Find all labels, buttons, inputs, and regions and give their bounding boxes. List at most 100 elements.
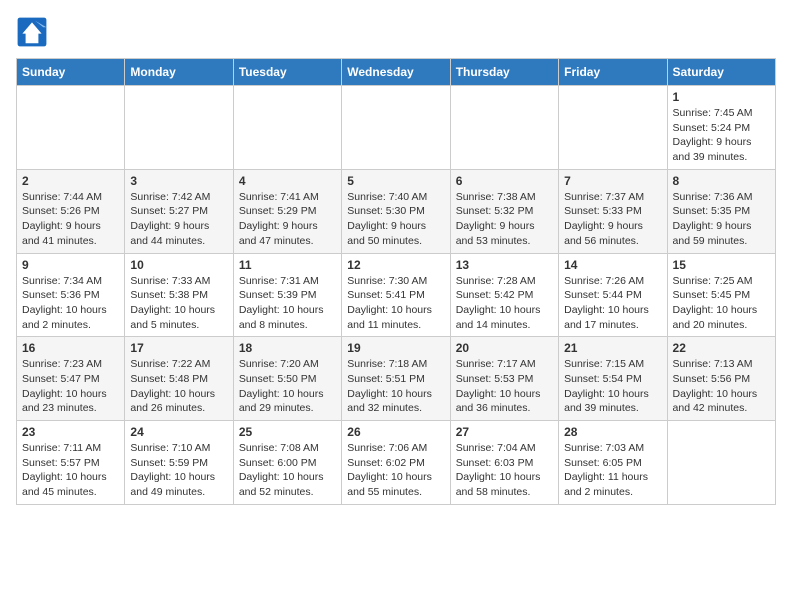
calendar-cell: 17 Sunrise: 7:22 AM Sunset: 5:48 PM Dayli…: [125, 337, 233, 421]
day-info: Sunrise: 7:11 AM Sunset: 5:57 PM Dayligh…: [22, 441, 119, 500]
day-number: 4: [239, 174, 336, 188]
day-info: Sunrise: 7:42 AM Sunset: 5:27 PM Dayligh…: [130, 190, 227, 249]
calendar-cell: 24 Sunrise: 7:10 AM Sunset: 5:59 PM Dayli…: [125, 421, 233, 505]
day-info: Sunrise: 7:40 AM Sunset: 5:30 PM Dayligh…: [347, 190, 444, 249]
calendar-cell: 3 Sunrise: 7:42 AM Sunset: 5:27 PM Daylig…: [125, 169, 233, 253]
calendar-cell: 20 Sunrise: 7:17 AM Sunset: 5:53 PM Dayli…: [450, 337, 558, 421]
calendar-cell: [450, 86, 558, 170]
calendar-cell: 9 Sunrise: 7:34 AM Sunset: 5:36 PM Daylig…: [17, 253, 125, 337]
day-info: Sunrise: 7:06 AM Sunset: 6:02 PM Dayligh…: [347, 441, 444, 500]
logo-icon: [16, 16, 48, 48]
day-number: 9: [22, 258, 119, 272]
calendar-cell: 2 Sunrise: 7:44 AM Sunset: 5:26 PM Daylig…: [17, 169, 125, 253]
calendar-cell: [342, 86, 450, 170]
calendar-cell: 5Sunrise: 7:40 AM Sunset: 5:30 PM Daylig…: [342, 169, 450, 253]
day-number: 22: [673, 341, 770, 355]
day-number: 16: [22, 341, 119, 355]
calendar-cell: 1 Sunrise: 7:45 AM Sunset: 5:24 PM Daylig…: [667, 86, 775, 170]
calendar-cell: [667, 421, 775, 505]
day-info: Sunrise: 7:41 AM Sunset: 5:29 PM Dayligh…: [239, 190, 336, 249]
day-number: 25: [239, 425, 336, 439]
day-info: Sunrise: 7:17 AM Sunset: 5:53 PM Dayligh…: [456, 357, 553, 416]
logo: [16, 16, 52, 48]
calendar-cell: 15 Sunrise: 7:25 AM Sunset: 5:45 PM Dayli…: [667, 253, 775, 337]
day-number: 27: [456, 425, 553, 439]
day-info: Sunrise: 7:15 AM Sunset: 5:54 PM Dayligh…: [564, 357, 661, 416]
calendar-cell: 8Sunrise: 7:36 AM Sunset: 5:35 PM Daylig…: [667, 169, 775, 253]
day-number: 17: [130, 341, 227, 355]
day-number: 6: [456, 174, 553, 188]
calendar-cell: 18 Sunrise: 7:20 AM Sunset: 5:50 PM Dayli…: [233, 337, 341, 421]
calendar-table: SundayMondayTuesdayWednesdayThursdayFrid…: [16, 58, 776, 505]
calendar-cell: 28 Sunrise: 7:03 AM Sunset: 6:05 PM Dayli…: [559, 421, 667, 505]
day-number: 13: [456, 258, 553, 272]
day-number: 20: [456, 341, 553, 355]
day-info: Sunrise: 7:03 AM Sunset: 6:05 PM Dayligh…: [564, 441, 661, 500]
day-info: Sunrise: 7:20 AM Sunset: 5:50 PM Dayligh…: [239, 357, 336, 416]
day-number: 23: [22, 425, 119, 439]
calendar-cell: 13 Sunrise: 7:28 AM Sunset: 5:42 PM Dayli…: [450, 253, 558, 337]
day-number: 10: [130, 258, 227, 272]
day-info: Sunrise: 7:33 AM Sunset: 5:38 PM Dayligh…: [130, 274, 227, 333]
weekday-header-monday: Monday: [125, 59, 233, 86]
calendar-cell: 19 Sunrise: 7:18 AM Sunset: 5:51 PM Dayli…: [342, 337, 450, 421]
day-info: Sunrise: 7:04 AM Sunset: 6:03 PM Dayligh…: [456, 441, 553, 500]
day-number: 18: [239, 341, 336, 355]
day-info: Sunrise: 7:34 AM Sunset: 5:36 PM Dayligh…: [22, 274, 119, 333]
calendar-cell: 16 Sunrise: 7:23 AM Sunset: 5:47 PM Dayli…: [17, 337, 125, 421]
weekday-header-tuesday: Tuesday: [233, 59, 341, 86]
day-number: 3: [130, 174, 227, 188]
day-info: Sunrise: 7:22 AM Sunset: 5:48 PM Dayligh…: [130, 357, 227, 416]
day-number: 1: [673, 90, 770, 104]
day-info: Sunrise: 7:10 AM Sunset: 5:59 PM Dayligh…: [130, 441, 227, 500]
calendar-cell: 6 Sunrise: 7:38 AM Sunset: 5:32 PM Daylig…: [450, 169, 558, 253]
day-number: 21: [564, 341, 661, 355]
weekday-header-thursday: Thursday: [450, 59, 558, 86]
calendar-cell: 25 Sunrise: 7:08 AM Sunset: 6:00 PM Dayli…: [233, 421, 341, 505]
day-number: 7: [564, 174, 661, 188]
week-row-5: 23 Sunrise: 7:11 AM Sunset: 5:57 PM Dayli…: [17, 421, 776, 505]
day-number: 15: [673, 258, 770, 272]
day-info: Sunrise: 7:25 AM Sunset: 5:45 PM Dayligh…: [673, 274, 770, 333]
day-number: 24: [130, 425, 227, 439]
day-info: Sunrise: 7:38 AM Sunset: 5:32 PM Dayligh…: [456, 190, 553, 249]
day-info: Sunrise: 7:26 AM Sunset: 5:44 PM Dayligh…: [564, 274, 661, 333]
calendar-cell: 4 Sunrise: 7:41 AM Sunset: 5:29 PM Daylig…: [233, 169, 341, 253]
day-info: Sunrise: 7:18 AM Sunset: 5:51 PM Dayligh…: [347, 357, 444, 416]
day-number: 11: [239, 258, 336, 272]
calendar-cell: 11 Sunrise: 7:31 AM Sunset: 5:39 PM Dayli…: [233, 253, 341, 337]
day-info: Sunrise: 7:36 AM Sunset: 5:35 PM Dayligh…: [673, 190, 770, 249]
week-row-2: 2 Sunrise: 7:44 AM Sunset: 5:26 PM Daylig…: [17, 169, 776, 253]
day-number: 2: [22, 174, 119, 188]
calendar-cell: [17, 86, 125, 170]
calendar-cell: [559, 86, 667, 170]
day-info: Sunrise: 7:28 AM Sunset: 5:42 PM Dayligh…: [456, 274, 553, 333]
calendar-cell: 23 Sunrise: 7:11 AM Sunset: 5:57 PM Dayli…: [17, 421, 125, 505]
day-info: Sunrise: 7:44 AM Sunset: 5:26 PM Dayligh…: [22, 190, 119, 249]
calendar-cell: 12Sunrise: 7:30 AM Sunset: 5:41 PM Dayli…: [342, 253, 450, 337]
weekday-header-wednesday: Wednesday: [342, 59, 450, 86]
day-info: Sunrise: 7:13 AM Sunset: 5:56 PM Dayligh…: [673, 357, 770, 416]
day-number: 19: [347, 341, 444, 355]
day-info: Sunrise: 7:08 AM Sunset: 6:00 PM Dayligh…: [239, 441, 336, 500]
week-row-1: 1 Sunrise: 7:45 AM Sunset: 5:24 PM Daylig…: [17, 86, 776, 170]
calendar-cell: [233, 86, 341, 170]
week-row-3: 9 Sunrise: 7:34 AM Sunset: 5:36 PM Daylig…: [17, 253, 776, 337]
day-info: Sunrise: 7:37 AM Sunset: 5:33 PM Dayligh…: [564, 190, 661, 249]
calendar-cell: [125, 86, 233, 170]
day-info: Sunrise: 7:23 AM Sunset: 5:47 PM Dayligh…: [22, 357, 119, 416]
day-info: Sunrise: 7:31 AM Sunset: 5:39 PM Dayligh…: [239, 274, 336, 333]
day-info: Sunrise: 7:45 AM Sunset: 5:24 PM Dayligh…: [673, 106, 770, 165]
day-number: 28: [564, 425, 661, 439]
calendar-cell: 14 Sunrise: 7:26 AM Sunset: 5:44 PM Dayli…: [559, 253, 667, 337]
weekday-header-row: SundayMondayTuesdayWednesdayThursdayFrid…: [17, 59, 776, 86]
header: [16, 16, 776, 48]
calendar-cell: 21 Sunrise: 7:15 AM Sunset: 5:54 PM Dayli…: [559, 337, 667, 421]
week-row-4: 16 Sunrise: 7:23 AM Sunset: 5:47 PM Dayli…: [17, 337, 776, 421]
calendar-cell: 26 Sunrise: 7:06 AM Sunset: 6:02 PM Dayli…: [342, 421, 450, 505]
day-number: 14: [564, 258, 661, 272]
day-info: Sunrise: 7:30 AM Sunset: 5:41 PM Dayligh…: [347, 274, 444, 333]
calendar-cell: 27 Sunrise: 7:04 AM Sunset: 6:03 PM Dayli…: [450, 421, 558, 505]
day-number: 26: [347, 425, 444, 439]
weekday-header-friday: Friday: [559, 59, 667, 86]
